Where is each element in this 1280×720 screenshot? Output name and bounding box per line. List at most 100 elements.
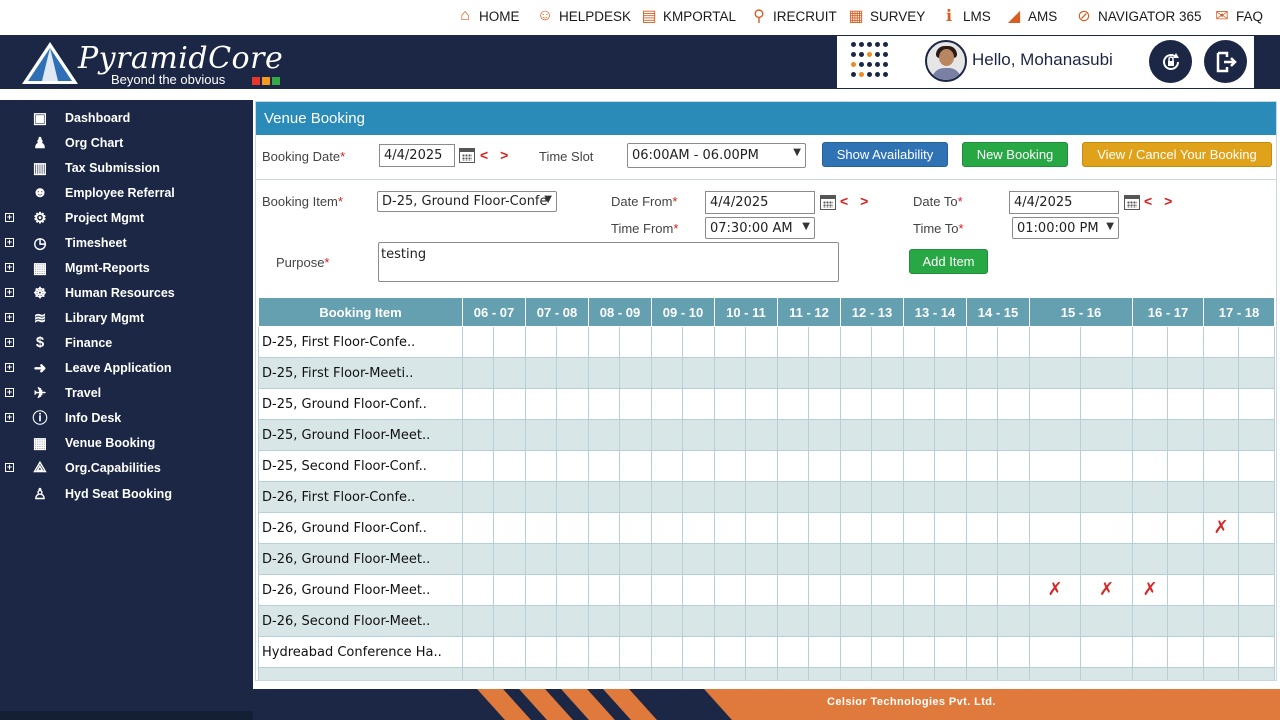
time-cell[interactable] bbox=[997, 481, 1030, 513]
time-cell[interactable] bbox=[556, 543, 589, 575]
sidebar-item-project-mgmt[interactable]: + ⚙ Project Mgmt bbox=[0, 205, 253, 230]
time-cell[interactable] bbox=[745, 667, 778, 680]
time-cell[interactable] bbox=[1203, 605, 1239, 637]
time-cell[interactable] bbox=[808, 636, 841, 668]
time-to-select[interactable]: 01:00:00 PM ▼ bbox=[1012, 217, 1119, 239]
time-cell[interactable] bbox=[556, 388, 589, 420]
time-cell[interactable] bbox=[1238, 667, 1275, 680]
time-cell[interactable] bbox=[808, 388, 841, 420]
time-cell[interactable] bbox=[1167, 636, 1204, 668]
time-cell[interactable] bbox=[1203, 450, 1239, 482]
time-cell[interactable] bbox=[588, 419, 620, 451]
time-cell[interactable] bbox=[934, 326, 967, 358]
expand-icon[interactable]: + bbox=[5, 413, 14, 422]
time-cell[interactable] bbox=[462, 357, 494, 389]
time-cell[interactable] bbox=[714, 667, 746, 680]
time-cell[interactable] bbox=[556, 636, 589, 668]
time-cell[interactable] bbox=[871, 605, 904, 637]
time-cell[interactable] bbox=[682, 605, 715, 637]
time-cell[interactable] bbox=[1029, 543, 1081, 575]
booking-date-prev-next[interactable]: < > bbox=[480, 147, 512, 163]
time-cell[interactable]: ✗ bbox=[1203, 512, 1239, 544]
time-cell[interactable] bbox=[777, 543, 809, 575]
time-cell[interactable] bbox=[1132, 636, 1168, 668]
time-cell[interactable] bbox=[462, 636, 494, 668]
time-cell[interactable] bbox=[525, 512, 557, 544]
time-cell[interactable] bbox=[745, 574, 778, 606]
time-cell[interactable] bbox=[651, 636, 683, 668]
time-cell[interactable] bbox=[493, 667, 526, 680]
time-cell[interactable] bbox=[808, 574, 841, 606]
time-cell[interactable] bbox=[871, 512, 904, 544]
time-cell[interactable] bbox=[525, 574, 557, 606]
time-cell[interactable] bbox=[462, 667, 494, 680]
time-cell[interactable] bbox=[1167, 388, 1204, 420]
sidebar-item-employee-referral[interactable]: ☻ Employee Referral bbox=[0, 180, 253, 205]
time-cell[interactable] bbox=[1029, 450, 1081, 482]
time-cell[interactable] bbox=[525, 481, 557, 513]
time-cell[interactable] bbox=[997, 326, 1030, 358]
time-cell[interactable] bbox=[997, 388, 1030, 420]
expand-icon[interactable]: + bbox=[5, 338, 14, 347]
time-cell[interactable] bbox=[1203, 667, 1239, 680]
time-cell[interactable] bbox=[462, 388, 494, 420]
new-booking-button[interactable]: New Booking bbox=[962, 142, 1068, 167]
sidebar-item-org-chart[interactable]: ♟ Org Chart bbox=[0, 130, 253, 155]
time-cell[interactable] bbox=[934, 636, 967, 668]
time-cell[interactable] bbox=[682, 667, 715, 680]
time-cell[interactable] bbox=[934, 605, 967, 637]
time-cell[interactable] bbox=[777, 667, 809, 680]
booking-date-input[interactable]: 4/4/2025 bbox=[379, 144, 455, 167]
time-cell[interactable] bbox=[903, 326, 935, 358]
time-cell[interactable] bbox=[934, 543, 967, 575]
time-cell[interactable] bbox=[714, 481, 746, 513]
time-cell[interactable] bbox=[808, 512, 841, 544]
time-cell[interactable] bbox=[903, 667, 935, 680]
time-cell[interactable] bbox=[777, 357, 809, 389]
time-cell[interactable] bbox=[1029, 512, 1081, 544]
time-cell[interactable] bbox=[808, 543, 841, 575]
time-cell[interactable] bbox=[493, 512, 526, 544]
time-cell[interactable] bbox=[682, 574, 715, 606]
time-cell[interactable] bbox=[1167, 450, 1204, 482]
time-cell[interactable] bbox=[1238, 388, 1275, 420]
time-cell[interactable] bbox=[1029, 667, 1081, 680]
time-cell[interactable] bbox=[903, 574, 935, 606]
change-password-button[interactable] bbox=[1149, 40, 1192, 83]
time-cell[interactable] bbox=[556, 326, 589, 358]
sidebar-item-org-capabilities[interactable]: + ⟁ Org.Capabilities bbox=[0, 455, 253, 480]
time-cell[interactable] bbox=[777, 388, 809, 420]
time-cell[interactable] bbox=[525, 636, 557, 668]
time-cell[interactable] bbox=[966, 512, 998, 544]
time-cell[interactable] bbox=[493, 481, 526, 513]
time-cell[interactable] bbox=[1238, 357, 1275, 389]
time-cell[interactable] bbox=[745, 543, 778, 575]
time-cell[interactable] bbox=[966, 419, 998, 451]
time-cell[interactable] bbox=[462, 512, 494, 544]
time-cell[interactable] bbox=[1203, 419, 1239, 451]
time-cell[interactable] bbox=[588, 326, 620, 358]
sidebar-item-venue-booking[interactable]: ▦ Venue Booking bbox=[0, 430, 253, 455]
time-cell[interactable] bbox=[871, 636, 904, 668]
sidebar-item-human-resources[interactable]: + ☸ Human Resources bbox=[0, 280, 253, 305]
time-cell[interactable] bbox=[1029, 326, 1081, 358]
time-cell[interactable] bbox=[493, 388, 526, 420]
time-cell[interactable] bbox=[934, 450, 967, 482]
time-cell[interactable] bbox=[1203, 357, 1239, 389]
time-cell[interactable] bbox=[840, 574, 872, 606]
time-cell[interactable] bbox=[934, 667, 967, 680]
time-cell[interactable] bbox=[462, 543, 494, 575]
time-cell[interactable] bbox=[871, 450, 904, 482]
time-cell[interactable] bbox=[1080, 605, 1133, 637]
sidebar-item-library-mgmt[interactable]: + ≋ Library Mgmt bbox=[0, 305, 253, 330]
time-cell[interactable] bbox=[1080, 481, 1133, 513]
time-cell[interactable] bbox=[1203, 326, 1239, 358]
time-cell[interactable] bbox=[1238, 605, 1275, 637]
time-cell[interactable] bbox=[1238, 636, 1275, 668]
time-cell[interactable] bbox=[997, 357, 1030, 389]
time-cell[interactable] bbox=[745, 388, 778, 420]
time-cell[interactable] bbox=[840, 636, 872, 668]
time-cell[interactable] bbox=[651, 326, 683, 358]
time-cell[interactable] bbox=[997, 667, 1030, 680]
time-cell[interactable] bbox=[966, 543, 998, 575]
